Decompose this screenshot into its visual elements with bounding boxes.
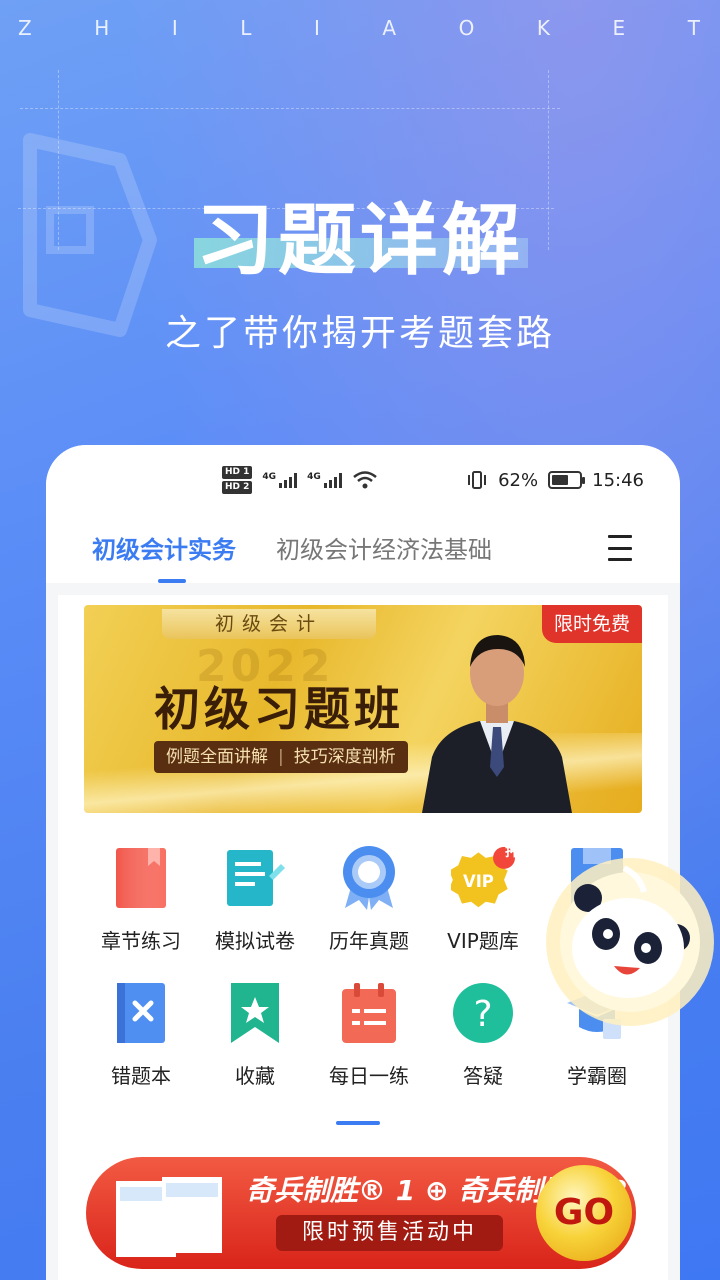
grid-item-daily-practice[interactable]: 每日一练	[312, 978, 426, 1089]
grid-label: 模拟试卷	[215, 929, 295, 953]
grid-label: VIP题库	[447, 929, 519, 953]
tab-economic-law[interactable]: 初级会计经济法基础	[276, 530, 492, 569]
grid-label: 历年真题	[329, 929, 409, 953]
brand-letter: Z	[18, 16, 34, 40]
limited-free-badge: 限时免费	[541, 605, 642, 643]
go-button[interactable]: GO	[536, 1165, 632, 1261]
headline: 习题详解	[195, 196, 524, 286]
banner-tag: 初级会计	[162, 609, 376, 639]
hd2-label: HD 2	[222, 481, 253, 494]
bookmark-star-icon	[223, 978, 287, 1048]
grid-item-qa[interactable]: ? 答疑	[426, 978, 540, 1089]
grid-item-mock-exam[interactable]: 模拟试卷	[198, 843, 312, 954]
grid-label: 学霸圈	[567, 1064, 627, 1088]
brand-letter: O	[458, 16, 477, 40]
wrong-notebook-icon	[109, 978, 173, 1048]
grid-item-past-exams[interactable]: 历年真题	[312, 843, 426, 954]
brand-letter: A	[382, 16, 399, 40]
banner-pill-separator: |	[278, 747, 284, 767]
vip-icon: VIP 押	[451, 843, 519, 913]
books-image	[116, 1177, 222, 1257]
banner-pill-left: 例题全面讲解	[166, 747, 268, 767]
page-indicator	[336, 1121, 380, 1125]
brand-letter: K	[536, 16, 552, 40]
medal-icon	[337, 843, 401, 913]
book-icon	[109, 843, 173, 913]
subline: 之了带你揭开考题套路	[164, 313, 555, 354]
banner-pill: 例题全面讲解 | 技巧深度剖析	[154, 741, 408, 773]
guide-line	[20, 108, 560, 109]
presale-promo-banner[interactable]: 奇兵制胜® 1 ⊕ 奇兵制胜® 2 限时预售活动中 GO	[86, 1157, 636, 1269]
brand-letter: I	[313, 16, 322, 40]
svg-text:?: ?	[473, 994, 492, 1035]
question-icon: ?	[451, 978, 515, 1048]
brand-letter: L	[240, 16, 254, 40]
promo-subtitle: 限时预售活动中	[276, 1215, 504, 1251]
brand-letters: ZHILIAOKET	[18, 16, 702, 40]
svg-text:VIP: VIP	[463, 872, 494, 891]
battery-icon	[548, 471, 586, 489]
grid-item-vip-bank[interactable]: VIP 押 VIP题库	[426, 843, 540, 954]
hd1-label: HD 1	[222, 466, 253, 479]
presenter-photo	[422, 635, 572, 813]
brand-letter: E	[612, 16, 628, 40]
brand-letter: I	[171, 16, 180, 40]
grid-item-favorites[interactable]: 收藏	[198, 978, 312, 1089]
battery-percent: 62%	[498, 469, 539, 491]
brand-letter: H	[94, 16, 112, 40]
grid-item-wrong-notebook[interactable]: 错题本	[84, 978, 198, 1089]
grid-label: 收藏	[235, 1064, 275, 1088]
grid-label: 每日一练	[329, 1064, 409, 1088]
banner-title: 初级习题班	[154, 682, 404, 736]
grid-label: 章节练习	[101, 929, 181, 953]
grid-item-chapter-practice[interactable]: 章节练习	[84, 843, 198, 954]
menu-icon[interactable]	[608, 535, 632, 561]
signal-icon: 4G	[307, 472, 342, 488]
status-bar: HD 1 HD 2 4G 4G 62% 15:46	[46, 445, 680, 515]
tab-accounting-practice[interactable]: 初级会计实务	[92, 530, 236, 569]
network-label: 4G	[307, 472, 321, 482]
wifi-icon	[352, 471, 377, 489]
battery-level	[552, 475, 569, 485]
vibrate-icon	[468, 471, 487, 489]
brand-letter: T	[687, 16, 702, 40]
panda-mascot-icon[interactable]	[544, 856, 716, 1028]
network-label: 4G	[262, 472, 277, 482]
exam-paper-icon	[223, 843, 287, 913]
vip-badge: 押	[505, 844, 519, 860]
tab-bar: 初级会计实务 初级会计经济法基础	[46, 515, 680, 583]
tab-indicator	[158, 579, 186, 583]
grid-label: 答疑	[463, 1064, 503, 1088]
banner-pill-right: 技巧深度剖析	[293, 747, 396, 767]
course-banner[interactable]: 初级会计 2022 初级习题班 例题全面讲解 | 技巧深度剖析 限时免费	[84, 605, 642, 813]
signal-icon: 4G	[262, 472, 298, 488]
calendar-icon	[337, 978, 401, 1048]
clock: 15:46	[592, 469, 644, 491]
grid-label: 错题本	[111, 1064, 171, 1088]
